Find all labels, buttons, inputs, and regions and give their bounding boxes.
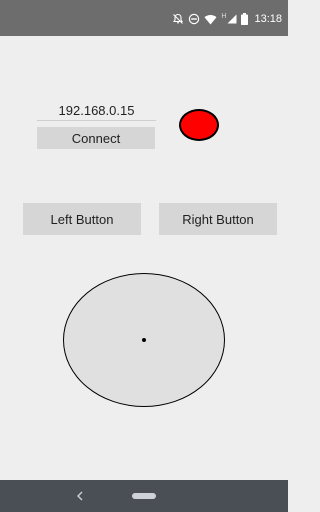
ip-address-field[interactable] — [37, 100, 156, 121]
connection-status-indicator — [179, 109, 219, 141]
notifications-off-icon — [173, 13, 184, 24]
joystick-pad[interactable] — [63, 273, 225, 407]
signal-icon — [227, 14, 237, 24]
do-not-disturb-icon — [189, 13, 200, 25]
joystick-knob[interactable] — [142, 338, 146, 342]
network-type-label: H — [221, 13, 227, 20]
connect-button[interactable]: Connect — [37, 127, 155, 149]
status-bar: H 13:18 — [0, 0, 288, 36]
wifi-icon — [204, 14, 217, 24]
status-icons: H 13:18 — [172, 12, 282, 26]
left-button[interactable]: Left Button — [23, 203, 141, 235]
home-pill-icon[interactable] — [132, 493, 156, 499]
battery-icon — [241, 13, 249, 25]
chevron-left-icon[interactable] — [74, 488, 86, 504]
right-button[interactable]: Right Button — [159, 203, 277, 235]
clock: 13:18 — [254, 13, 282, 25]
